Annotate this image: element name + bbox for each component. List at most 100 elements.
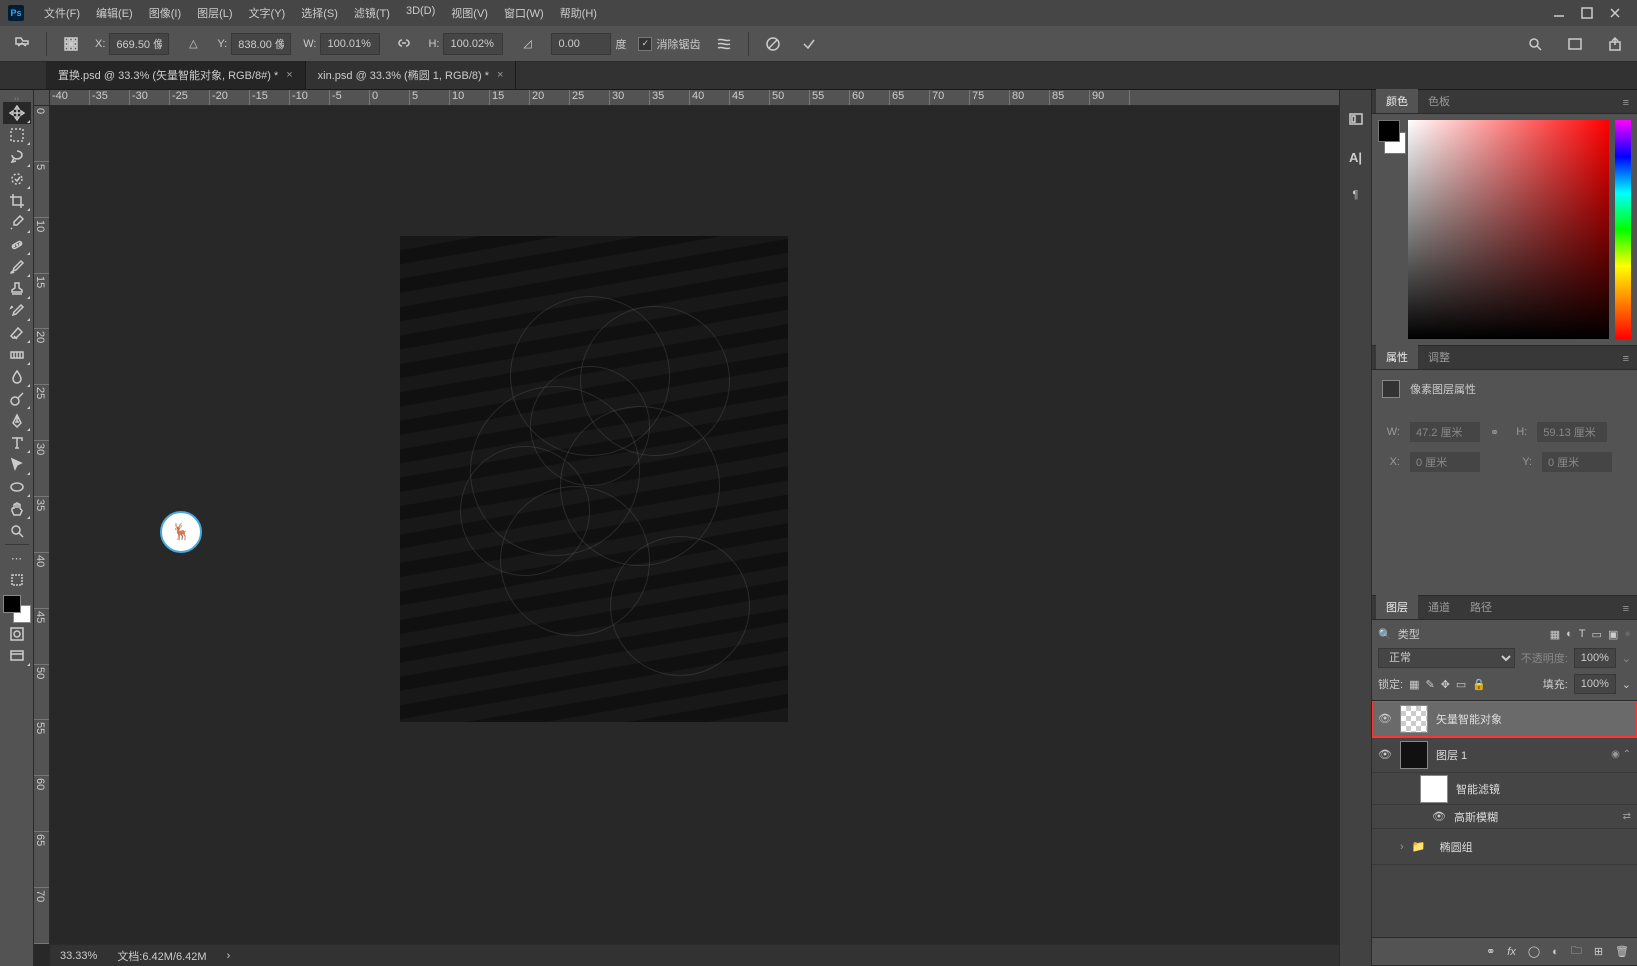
lock-all-icon[interactable]: 🔒 <box>1472 678 1486 691</box>
menu-filter[interactable]: 滤镜(T) <box>346 1 398 25</box>
menu-image[interactable]: 图像(I) <box>141 1 189 25</box>
more-tools[interactable]: ⋯ <box>3 547 31 569</box>
opacity-dropdown[interactable]: ⌄ <box>1622 652 1631 665</box>
prop-w-input[interactable] <box>1410 422 1480 442</box>
shape-tool[interactable] <box>3 476 31 498</box>
lock-pos-icon[interactable]: ✥ <box>1441 678 1450 691</box>
menu-file[interactable]: 文件(F) <box>36 1 88 25</box>
lock-trans-icon[interactable]: ▦ <box>1409 678 1419 691</box>
layer-thumb[interactable] <box>1400 705 1428 733</box>
link-layers-icon[interactable]: ⚭ <box>1486 945 1495 958</box>
stamp-tool[interactable] <box>3 278 31 300</box>
screenmode-tool[interactable] <box>3 645 31 667</box>
warp-icon[interactable] <box>712 32 736 56</box>
foreground-color[interactable] <box>3 595 21 613</box>
move-tool[interactable] <box>3 102 31 124</box>
filter-pixel-icon[interactable]: ▦ <box>1550 628 1560 641</box>
hue-slider[interactable] <box>1615 120 1631 339</box>
layers-list[interactable]: 👁 矢量智能对象 👁 图层 1 ◉ ⌃ 智能滤镜 👁 高斯模糊 <box>1372 701 1637 937</box>
layer-name[interactable]: 图层 1 <box>1436 747 1603 763</box>
dodge-tool[interactable] <box>3 388 31 410</box>
y-input[interactable] <box>231 33 291 55</box>
close-tab-icon[interactable]: × <box>286 69 292 81</box>
visibility-icon[interactable]: 👁 <box>1378 712 1392 726</box>
menu-view[interactable]: 视图(V) <box>443 1 496 25</box>
maximize-button[interactable] <box>1573 3 1601 23</box>
swatches-tab[interactable]: 色板 <box>1418 89 1460 113</box>
eyedropper-tool[interactable] <box>3 212 31 234</box>
link-dims-icon[interactable]: ⚭ <box>1490 426 1499 439</box>
visibility-icon[interactable] <box>1378 840 1392 854</box>
delta-icon[interactable]: △ <box>181 32 205 56</box>
h-input[interactable] <box>443 33 503 55</box>
reference-point-icon[interactable] <box>59 32 83 56</box>
expand-icon[interactable]: › <box>1400 841 1404 853</box>
history-brush-tool[interactable] <box>3 300 31 322</box>
quickmask-tool[interactable] <box>3 623 31 645</box>
layer-item[interactable]: 👁 矢量智能对象 <box>1372 701 1637 737</box>
zoom-level[interactable]: 33.33% <box>60 950 97 962</box>
opacity-input[interactable] <box>1574 648 1616 668</box>
hand-tool[interactable] <box>3 498 31 520</box>
layer-thumb[interactable] <box>1400 741 1428 769</box>
toolbar-handle[interactable]: ›› <box>0 94 33 102</box>
panel-menu-icon[interactable]: ≡ <box>1615 599 1637 619</box>
filter-edit-icon[interactable]: ⇄ <box>1623 811 1631 822</box>
document-tab-0[interactable]: 置换.psd @ 33.3% (矢量智能对象, RGB/8#) *× <box>46 61 306 89</box>
filter-shape-icon[interactable]: ▭ <box>1592 628 1602 641</box>
canvas-viewport[interactable]: 🦌 <box>50 106 1339 944</box>
crop-tool[interactable] <box>3 190 31 212</box>
eraser-tool[interactable] <box>3 322 31 344</box>
commit-transform-icon[interactable] <box>797 32 821 56</box>
ruler-corner[interactable] <box>34 90 50 106</box>
x-input[interactable] <box>109 33 169 55</box>
path-select-tool[interactable] <box>3 454 31 476</box>
layer-name[interactable]: 椭圆组 <box>1440 839 1631 855</box>
panel-menu-icon[interactable]: ≡ <box>1615 93 1637 113</box>
paths-tab[interactable]: 路径 <box>1460 595 1502 619</box>
fill-dropdown[interactable]: ⌄ <box>1622 678 1631 691</box>
menu-window[interactable]: 窗口(W) <box>496 1 552 25</box>
filter-kind-icon[interactable]: 🔍 <box>1378 628 1392 641</box>
frame-icon[interactable] <box>1563 32 1587 56</box>
filter-mask-thumb[interactable] <box>1420 775 1448 803</box>
brush-tool[interactable] <box>3 256 31 278</box>
panel-menu-icon[interactable]: ≡ <box>1615 349 1637 369</box>
prop-h-input[interactable] <box>1537 422 1607 442</box>
character-panel-icon[interactable]: A| <box>1345 146 1367 168</box>
delete-layer-icon[interactable]: 🗑 <box>1615 945 1629 958</box>
lasso-tool[interactable] <box>3 146 31 168</box>
minimize-button[interactable] <box>1545 3 1573 23</box>
paragraph-panel-icon[interactable]: ¶ <box>1345 184 1367 206</box>
layer-item[interactable]: 智能滤镜 <box>1372 773 1637 805</box>
blur-tool[interactable] <box>3 366 31 388</box>
filter-smart-icon[interactable]: ▣ <box>1608 628 1618 641</box>
artboard[interactable] <box>400 236 788 722</box>
gradient-tool[interactable] <box>3 344 31 366</box>
close-button[interactable] <box>1601 3 1629 23</box>
pen-tool[interactable] <box>3 410 31 432</box>
lock-artboard-icon[interactable]: ▭ <box>1456 678 1466 691</box>
doc-size[interactable]: 文档:6.42M/6.42M <box>117 948 206 964</box>
document-tab-1[interactable]: xin.psd @ 33.3% (椭圆 1, RGB/8) *× <box>306 61 517 89</box>
prop-y-input[interactable] <box>1542 452 1612 472</box>
close-tab-icon[interactable]: × <box>497 69 503 81</box>
layer-mask-icon[interactable]: ◯ <box>1528 945 1540 958</box>
blend-mode-select[interactable]: 正常 <box>1378 648 1515 668</box>
layer-item[interactable]: 👁 高斯模糊 ⇄ <box>1372 805 1637 829</box>
layer-name[interactable]: 高斯模糊 <box>1454 809 1615 825</box>
zoom-tool[interactable] <box>3 520 31 542</box>
smart-filter-badge[interactable]: ◉ ⌃ <box>1611 749 1631 760</box>
marquee-tool[interactable] <box>3 124 31 146</box>
layer-item[interactable]: › 📁 椭圆组 <box>1372 829 1637 865</box>
menu-3d[interactable]: 3D(D) <box>398 1 443 25</box>
new-group-icon[interactable]: 🗀 <box>1571 942 1582 961</box>
menu-edit[interactable]: 编辑(E) <box>88 1 141 25</box>
color-tab[interactable]: 颜色 <box>1376 89 1418 113</box>
status-arrow[interactable]: › <box>227 950 231 962</box>
panel-fg-color[interactable] <box>1378 120 1400 142</box>
type-tool[interactable] <box>3 432 31 454</box>
new-layer-icon[interactable]: ⊞ <box>1594 945 1603 958</box>
w-input[interactable] <box>320 33 380 55</box>
visibility-icon[interactable]: 👁 <box>1378 748 1392 762</box>
